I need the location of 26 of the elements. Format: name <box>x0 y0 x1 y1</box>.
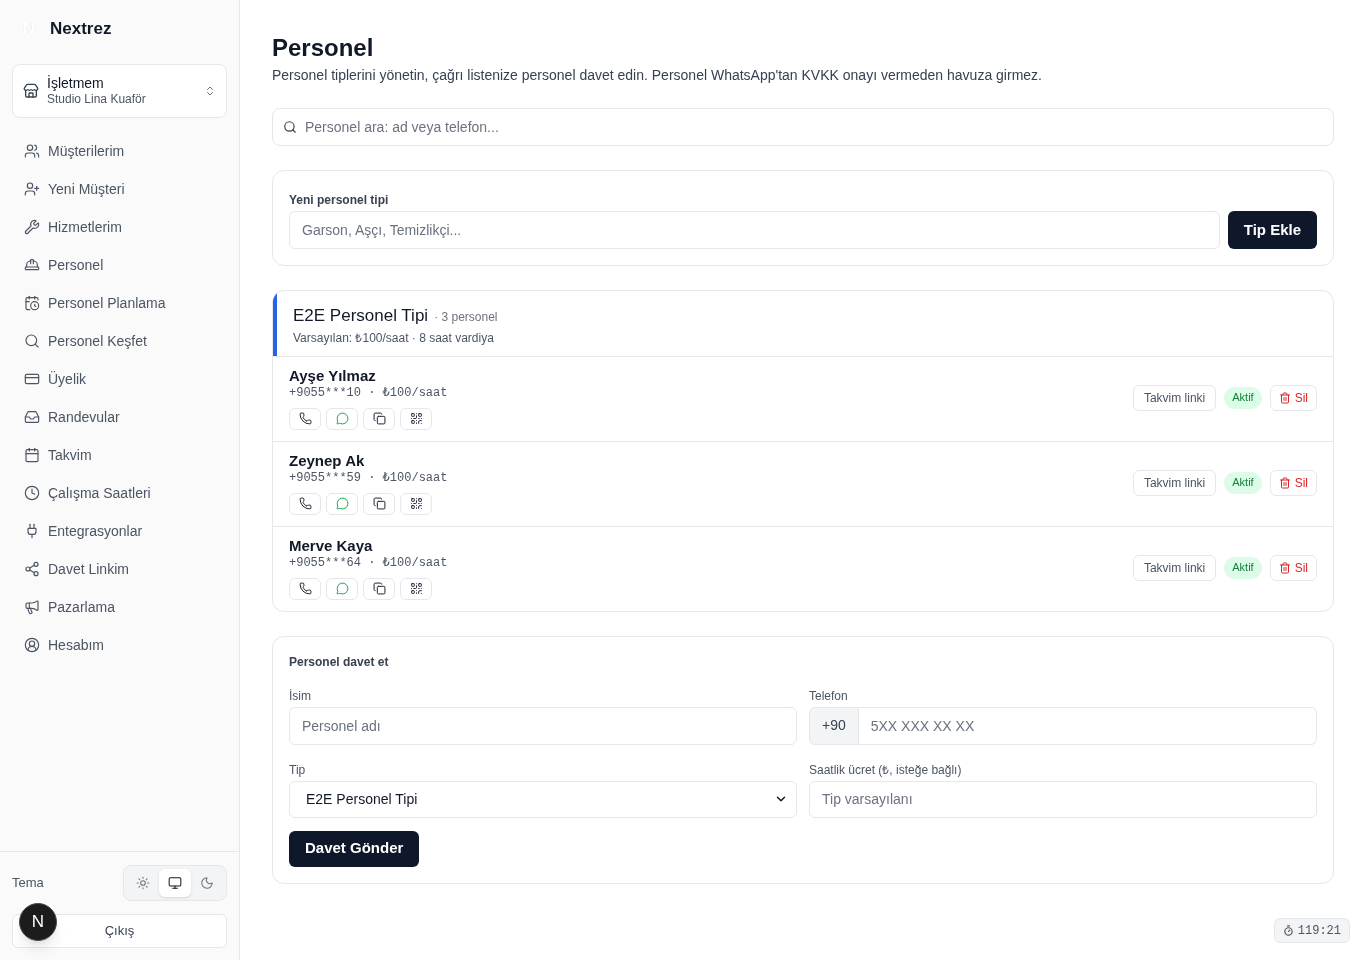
section-title: Personel davet et <box>289 653 389 671</box>
business-name: Studio Lina Kuaför <box>47 92 146 108</box>
type-name: E2E Personel Tipi <box>293 305 429 327</box>
status-badge: Aktif <box>1224 556 1262 579</box>
type-count: · 3 personel <box>434 309 498 326</box>
field-label: Yeni personel tipi <box>289 192 389 208</box>
page-title: Personel <box>272 34 374 62</box>
field-label: Telefon <box>809 687 848 704</box>
staff-name: Merve Kaya <box>289 535 373 556</box>
business-label: İşletmem <box>47 74 104 93</box>
staff-name: Zeynep Ak <box>289 450 365 471</box>
field-label: Tip <box>289 761 306 778</box>
type-defaults: Varsayılan: ₺100/saat · 8 saat vardiya <box>293 329 494 346</box>
status-badge: Aktif <box>1224 386 1262 409</box>
staff-phone-rate: +9055***10 · ₺100/saat <box>289 385 448 400</box>
staff-phone-rate: +9055***59 · ₺100/saat <box>289 470 448 485</box>
phone-prefix: +90 <box>809 706 859 745</box>
field-label: Saatlik ücret (₺, isteğe bağlı) <box>809 761 962 778</box>
status-badge: Aktif <box>1224 471 1262 494</box>
brand-name: Nextrez <box>50 18 112 41</box>
page-subtitle: Personel tiplerini yönetin, çağrı listenize personel davet edin. Personel WhatsApp'tan KVKK onayı vermeden havuza girmez. <box>272 66 1042 85</box>
timer-text: 119:21 <box>1297 922 1341 940</box>
staff-name: Ayşe Yılmaz <box>289 365 376 386</box>
theme-label: Tema <box>12 874 44 893</box>
staff-phone-rate: +9055***64 · ₺100/saat <box>289 555 448 570</box>
field-label: İsim <box>289 687 311 704</box>
